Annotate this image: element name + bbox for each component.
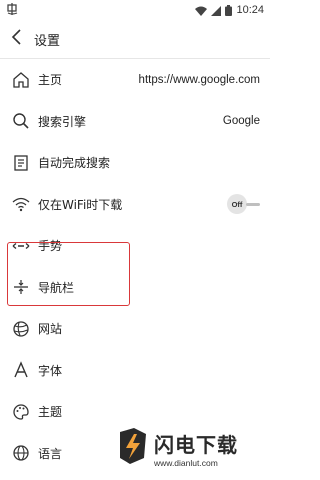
status-bar: 10:24 bbox=[0, 0, 270, 20]
wifi-signal-icon bbox=[195, 1, 208, 20]
app-bar: 设置 bbox=[0, 20, 270, 58]
font-icon bbox=[10, 359, 32, 381]
setting-autocomplete[interactable]: 自动完成搜索 bbox=[0, 142, 270, 184]
palette-icon bbox=[10, 401, 32, 423]
battery-icon bbox=[225, 1, 233, 20]
watermark-title: 闪电下载 bbox=[154, 432, 238, 457]
watermark: 闪电下载 www.dianlut.com bbox=[116, 420, 266, 476]
setting-label: 网站 bbox=[38, 322, 63, 337]
wifi-only-toggle[interactable]: Off bbox=[227, 194, 260, 215]
setting-homepage[interactable]: 主页 https://www.google.com bbox=[0, 59, 270, 101]
search-icon bbox=[10, 110, 32, 132]
highlight-frame bbox=[7, 242, 130, 306]
status-time: 10:24 bbox=[236, 4, 264, 16]
setting-wifi-only-download[interactable]: 仅在WiFi时下载 Off bbox=[0, 184, 270, 226]
setting-search-engine[interactable]: 搜索引擎 Google bbox=[0, 101, 270, 143]
toggle-state: Off bbox=[227, 194, 247, 215]
setting-label: 语言 bbox=[38, 446, 63, 461]
setting-label: 自动完成搜索 bbox=[38, 156, 111, 171]
setting-label: 搜索引擎 bbox=[38, 114, 87, 129]
back-button[interactable] bbox=[2, 20, 32, 58]
setting-label: 主题 bbox=[38, 405, 63, 420]
wifi-icon bbox=[10, 193, 32, 215]
chevron-left-icon bbox=[11, 29, 23, 49]
language-icon bbox=[10, 442, 32, 464]
setting-value: https://www.google.com bbox=[138, 73, 260, 86]
setting-label: 主页 bbox=[38, 73, 63, 88]
lightning-logo-icon bbox=[116, 426, 150, 470]
toggle-track bbox=[246, 202, 260, 206]
page-title: 设置 bbox=[34, 33, 61, 49]
setting-websites[interactable]: 网站 bbox=[0, 308, 270, 350]
setting-value: Google bbox=[222, 115, 260, 128]
cell-signal-icon bbox=[211, 1, 222, 20]
setting-label: 字体 bbox=[38, 363, 63, 378]
app-notification-icon bbox=[6, 1, 20, 20]
home-icon bbox=[10, 69, 32, 91]
watermark-url: www.dianlut.com bbox=[154, 457, 218, 468]
setting-font[interactable]: 字体 bbox=[0, 350, 270, 392]
setting-label: 仅在WiFi时下载 bbox=[38, 197, 123, 212]
globe-icon bbox=[10, 318, 32, 340]
document-icon bbox=[10, 152, 32, 174]
